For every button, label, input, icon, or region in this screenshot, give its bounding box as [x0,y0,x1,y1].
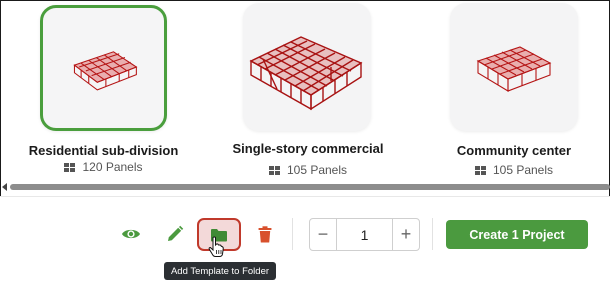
quantity-value[interactable]: 1 [336,219,393,250]
template-gallery[interactable]: Residential sub-division 120 Panels Sing… [0,0,610,182]
template-thumbnail[interactable] [243,3,371,131]
building-model-image [73,51,138,91]
panel-count-label: 105 Panels [492,163,554,177]
template-panel-count: 105 Panels [224,163,392,177]
divider [432,218,433,250]
template-thumbnail[interactable] [450,3,578,131]
decrement-button[interactable]: − [310,219,336,250]
edit-button[interactable] [162,221,188,247]
template-title: Single-story commercial [232,141,384,156]
panel-count-label: 120 Panels [82,160,143,174]
increment-button[interactable]: + [393,219,419,250]
pencil-icon [168,225,184,241]
scrollbar-thumb[interactable] [10,184,610,190]
horizontal-scrollbar[interactable] [10,184,610,190]
create-project-button[interactable]: Create 1 Project [446,220,588,249]
building-model-image [476,46,552,92]
trash-icon [258,225,272,242]
template-panel-count: 105 Panels [430,163,598,177]
delete-button[interactable] [252,221,278,247]
template-title: Community center [456,143,572,158]
scroll-left-arrow-icon[interactable] [2,183,7,191]
panels-grid-icon [474,165,486,175]
template-title: Residential sub-division [28,143,179,158]
hand-cursor-icon [208,236,224,257]
divider [292,218,293,250]
panels-grid-icon [64,162,76,172]
preview-button[interactable] [118,221,144,247]
eye-icon [122,229,140,239]
panel-count-label: 105 Panels [286,163,348,177]
quantity-stepper[interactable]: − 1 + [309,218,420,251]
tooltip: Add Template to Folder [164,262,276,280]
template-thumbnail[interactable] [40,5,167,131]
template-panel-count: 120 Panels [20,160,187,174]
panels-grid-icon [268,165,280,175]
building-model-image [249,36,363,111]
